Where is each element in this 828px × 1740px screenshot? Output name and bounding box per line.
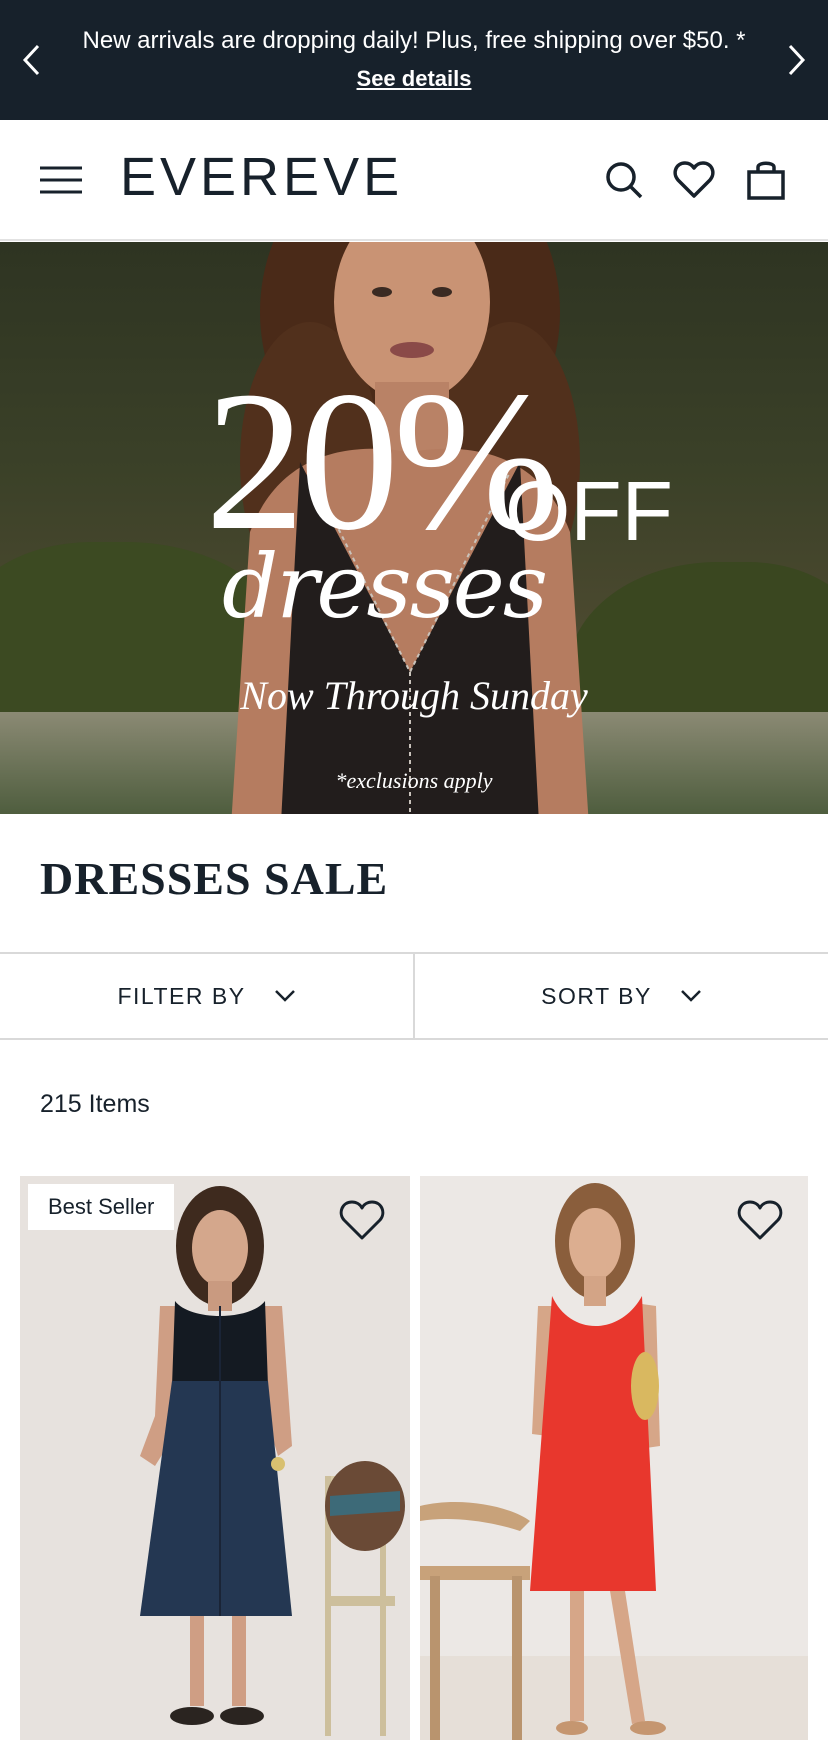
sort-by-button[interactable]: SORT BY [415, 954, 828, 1038]
announcement-message: New arrivals are dropping daily! Plus, f… [82, 27, 746, 54]
filter-by-label: FILTER BY [117, 982, 246, 1009]
filter-sort-bar: FILTER BY SORT BY [0, 952, 828, 1040]
product-image [420, 1183, 808, 1740]
discount-percent: 20% [205, 351, 560, 572]
announcement-bar: New arrivals are dropping daily! Plus, f… [0, 0, 828, 120]
site-logo[interactable]: EVEREVE [120, 142, 403, 212]
site-header: EVEREVE [0, 120, 828, 241]
see-details-link[interactable]: See details [0, 66, 828, 92]
exclusions-note: *exclusions apply [335, 768, 493, 793]
filter-by-button[interactable]: FILTER BY [0, 954, 415, 1038]
hero-subtitle: Now Through Sunday [240, 673, 588, 718]
add-to-wishlist-heart-icon[interactable] [736, 1198, 784, 1242]
shopping-bag-icon[interactable] [744, 158, 788, 202]
best-seller-badge: Best Seller [28, 1184, 175, 1230]
chevron-down-icon [274, 990, 295, 1002]
discount-text: 20% OFF [205, 362, 673, 562]
product-image [140, 1186, 405, 1736]
page-title: DRESSES SALE [40, 853, 389, 904]
menu-icon[interactable] [38, 162, 84, 198]
product-card[interactable]: Best Seller [20, 1176, 410, 1740]
dresses-script-text: dresses [222, 535, 548, 638]
sort-by-label: SORT BY [541, 982, 652, 1009]
product-grid: Best Seller [20, 1176, 808, 1740]
product-card[interactable] [420, 1176, 808, 1740]
add-to-wishlist-heart-icon[interactable] [338, 1198, 386, 1242]
wishlist-heart-icon[interactable] [672, 158, 716, 202]
chevron-down-icon [680, 990, 701, 1002]
search-icon[interactable] [602, 158, 646, 202]
next-arrow-icon[interactable] [780, 40, 812, 80]
item-count: 215 Items [40, 1090, 150, 1118]
sale-hero-banner[interactable]: 20% OFF dresses Now Through Sunday *excl… [0, 242, 828, 814]
